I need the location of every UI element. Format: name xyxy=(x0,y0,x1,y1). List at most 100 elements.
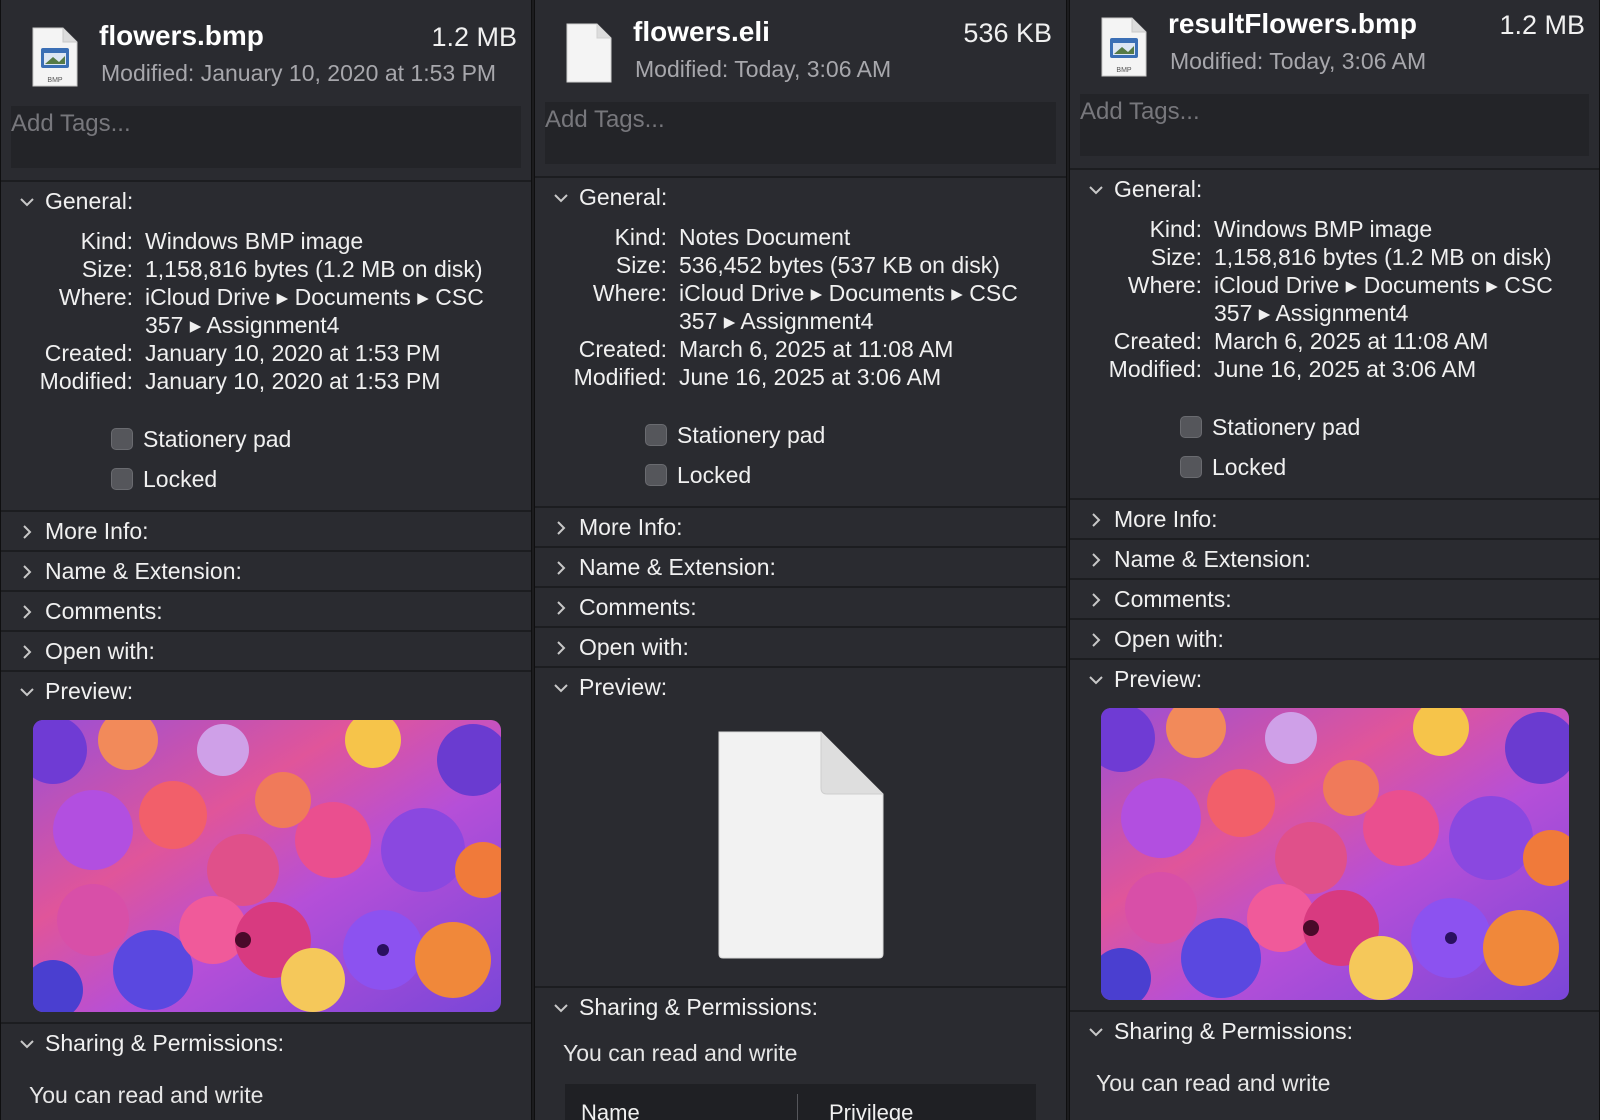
divider xyxy=(535,986,1066,988)
column-header-privilege[interactable]: Privilege xyxy=(829,1100,913,1120)
checkbox-box[interactable] xyxy=(645,464,667,486)
permissions-table-header: Name Privilege xyxy=(565,1084,1036,1120)
divider xyxy=(1070,578,1599,580)
section-label: Sharing & Permissions: xyxy=(579,994,819,1020)
chevron-down-icon xyxy=(1089,186,1103,195)
tags-field[interactable]: Add Tags... xyxy=(11,106,521,168)
permission-text: You can read and write xyxy=(563,1040,798,1066)
icon-badge: BMP xyxy=(1116,67,1132,74)
open-with-section-header[interactable]: Open with: xyxy=(1070,622,1599,662)
section-label: Sharing & Permissions: xyxy=(1114,1018,1354,1044)
divider xyxy=(1070,538,1599,540)
more-info-section-header[interactable]: More Info: xyxy=(535,510,1066,550)
icon-badge: BMP xyxy=(47,77,63,84)
name-extension-section-header[interactable]: Name & Extension: xyxy=(1070,542,1599,582)
preview-section-header[interactable]: Preview: xyxy=(535,670,1066,710)
more-info-section-header[interactable]: More Info: xyxy=(1070,502,1599,542)
sharing-section-header[interactable]: Sharing & Permissions: xyxy=(1070,1014,1599,1054)
info-key: Created: xyxy=(578,336,667,362)
comments-section-header[interactable]: Comments: xyxy=(1070,582,1599,622)
info-key: Modified: xyxy=(1108,356,1202,382)
info-key: Where: xyxy=(592,280,667,306)
info-value: Windows BMP image xyxy=(1214,216,1433,242)
panel-header: flowers.eli 536 KB Modified: Today, 3:06… xyxy=(535,0,1066,100)
bmp-file-icon: BMP xyxy=(1101,17,1147,77)
divider xyxy=(1,590,531,592)
info-key: Size: xyxy=(81,256,133,282)
preview-section-header[interactable]: Preview: xyxy=(1,674,531,714)
name-extension-section-header[interactable]: Name & Extension: xyxy=(535,550,1066,590)
info-value: Notes Document xyxy=(679,224,851,250)
general-section-header[interactable]: General: xyxy=(535,180,1066,220)
info-key: Size: xyxy=(615,252,667,278)
sharing-section-header[interactable]: Sharing & Permissions: xyxy=(1,1026,531,1066)
general-section-header[interactable]: General: xyxy=(1070,172,1599,212)
info-value: 536,452 bytes (537 KB on disk) xyxy=(679,252,1000,278)
name-extension-section-header[interactable]: Name & Extension: xyxy=(1,554,531,594)
permission-text: You can read and write xyxy=(1096,1070,1331,1096)
modified-summary: Modified: Today, 3:06 AM xyxy=(1170,48,1427,74)
info-value: iCloud Drive ▸ Documents ▸ CSC xyxy=(1214,272,1553,298)
section-label: Name & Extension: xyxy=(45,558,242,584)
tags-field[interactable]: Add Tags... xyxy=(1080,94,1589,156)
info-value: 1,158,816 bytes (1.2 MB on disk) xyxy=(1214,244,1552,270)
checkbox-label: Locked xyxy=(143,466,218,492)
checkbox-box[interactable] xyxy=(111,468,133,490)
info-value: January 10, 2020 at 1:53 PM xyxy=(145,368,441,394)
bmp-file-icon: BMP xyxy=(32,27,78,87)
divider xyxy=(1,1022,531,1024)
checkbox-label: Stationery pad xyxy=(143,426,292,452)
info-panel-resultflowers-bmp: BMP resultFlowers.bmp 1.2 MB Modified: T… xyxy=(1069,0,1600,1120)
info-value: March 6, 2025 at 11:08 AM xyxy=(679,336,954,362)
checkbox-box[interactable] xyxy=(1180,456,1202,478)
tags-field[interactable]: Add Tags... xyxy=(545,102,1056,164)
chevron-right-icon xyxy=(557,561,566,575)
section-label: General: xyxy=(45,188,134,214)
section-label: Preview: xyxy=(45,678,134,704)
checkbox-box[interactable] xyxy=(1180,416,1202,438)
permission-text: You can read and write xyxy=(29,1082,264,1108)
column-header-name[interactable]: Name xyxy=(581,1100,640,1120)
comments-section-header[interactable]: Comments: xyxy=(535,590,1066,630)
chevron-down-icon xyxy=(554,194,568,203)
chevron-down-icon xyxy=(20,688,34,697)
info-key: Created: xyxy=(1113,328,1202,354)
chevron-right-icon xyxy=(557,601,566,615)
info-value: 357 ▸ Assignment4 xyxy=(1214,300,1409,326)
chevron-right-icon xyxy=(23,565,32,579)
divider xyxy=(1,670,531,672)
checkbox-box[interactable] xyxy=(111,428,133,450)
checkbox-box[interactable] xyxy=(645,424,667,446)
info-value: Windows BMP image xyxy=(145,228,364,254)
section-label: Preview: xyxy=(1114,666,1203,692)
section-label: More Info: xyxy=(45,518,149,544)
open-with-section-header[interactable]: Open with: xyxy=(1,634,531,674)
chevron-right-icon xyxy=(557,641,566,655)
divider xyxy=(1,180,531,182)
divider xyxy=(535,586,1066,588)
chevron-down-icon xyxy=(20,1040,34,1049)
chevron-right-icon xyxy=(1092,633,1101,647)
divider xyxy=(1070,618,1599,620)
divider xyxy=(1070,1010,1599,1012)
blank-document-preview-icon xyxy=(718,731,884,959)
flower-preview-image xyxy=(1101,708,1569,1000)
more-info-section-header[interactable]: More Info: xyxy=(1,514,531,554)
chevron-right-icon xyxy=(1092,593,1101,607)
chevron-down-icon xyxy=(554,1004,568,1013)
divider xyxy=(1070,168,1599,170)
chevron-right-icon xyxy=(1092,513,1101,527)
divider xyxy=(535,666,1066,668)
sharing-section-header[interactable]: Sharing & Permissions: xyxy=(535,990,1066,1030)
preview-section-header[interactable]: Preview: xyxy=(1070,662,1599,702)
section-label: Preview: xyxy=(579,674,668,700)
section-label: Sharing & Permissions: xyxy=(45,1030,285,1056)
general-section-header[interactable]: General: xyxy=(1,184,531,224)
comments-section-header[interactable]: Comments: xyxy=(1,594,531,634)
chevron-right-icon xyxy=(23,645,32,659)
info-panels: BMP flowers.bmp 1.2 MB Modified: January… xyxy=(0,0,1600,1120)
divider xyxy=(535,176,1066,178)
info-value: 1,158,816 bytes (1.2 MB on disk) xyxy=(145,256,483,282)
open-with-section-header[interactable]: Open with: xyxy=(535,630,1066,670)
file-name: flowers.eli xyxy=(633,16,770,47)
